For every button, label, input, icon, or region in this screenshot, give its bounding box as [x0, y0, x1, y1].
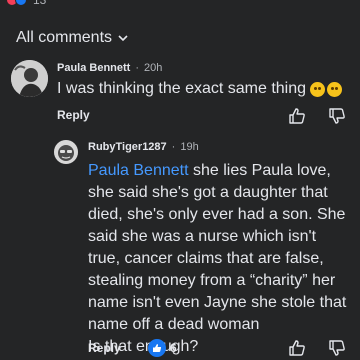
avatar[interactable]	[54, 140, 78, 164]
all-comments-label: All comments	[16, 29, 113, 46]
comment-author[interactable]: RubyTiger1287	[88, 141, 167, 153]
comment-meta: RubyTiger1287 · 19h	[88, 141, 199, 153]
comment-author[interactable]: Paula Bennett	[57, 62, 130, 74]
mention-link[interactable]: Paula Bennett	[88, 162, 189, 179]
thumbs-up-icon[interactable]	[288, 107, 306, 125]
reply-button[interactable]: Reply	[88, 341, 121, 355]
meta-separator: ·	[171, 141, 176, 153]
comment-time: 19h	[180, 141, 199, 153]
reply-button[interactable]: Reply	[57, 108, 90, 122]
comment-text-content: I was thinking the exact same thing	[57, 80, 307, 97]
comment-text: Paula Bennett she lies Paula love, she s…	[88, 160, 350, 358]
like-count-value: 6	[170, 341, 177, 355]
avatar[interactable]	[11, 60, 48, 97]
thumbs-down-icon[interactable]	[328, 107, 346, 125]
thumbs-up-icon[interactable]	[288, 339, 306, 357]
comment-text-content: she lies Paula love, she said she's got …	[88, 162, 347, 333]
like-reaction-icon	[15, 0, 27, 6]
grimacing-emoji-icon	[310, 81, 326, 97]
comment-time: 20h	[144, 62, 163, 74]
like-count[interactable]: 6	[148, 339, 177, 357]
reaction-summary[interactable]: 13	[0, 0, 47, 7]
grimacing-emoji-icon	[327, 81, 343, 97]
all-comments-filter[interactable]: All comments	[16, 29, 128, 47]
comment-text: I was thinking the exact same thing	[57, 80, 343, 98]
chevron-down-icon	[118, 35, 128, 42]
like-badge-icon	[148, 339, 166, 357]
comment-meta: Paula Bennett · 20h	[57, 62, 162, 74]
reaction-count: 13	[33, 0, 47, 7]
meta-separator: ·	[135, 62, 140, 74]
thumbs-down-icon[interactable]	[328, 339, 346, 357]
